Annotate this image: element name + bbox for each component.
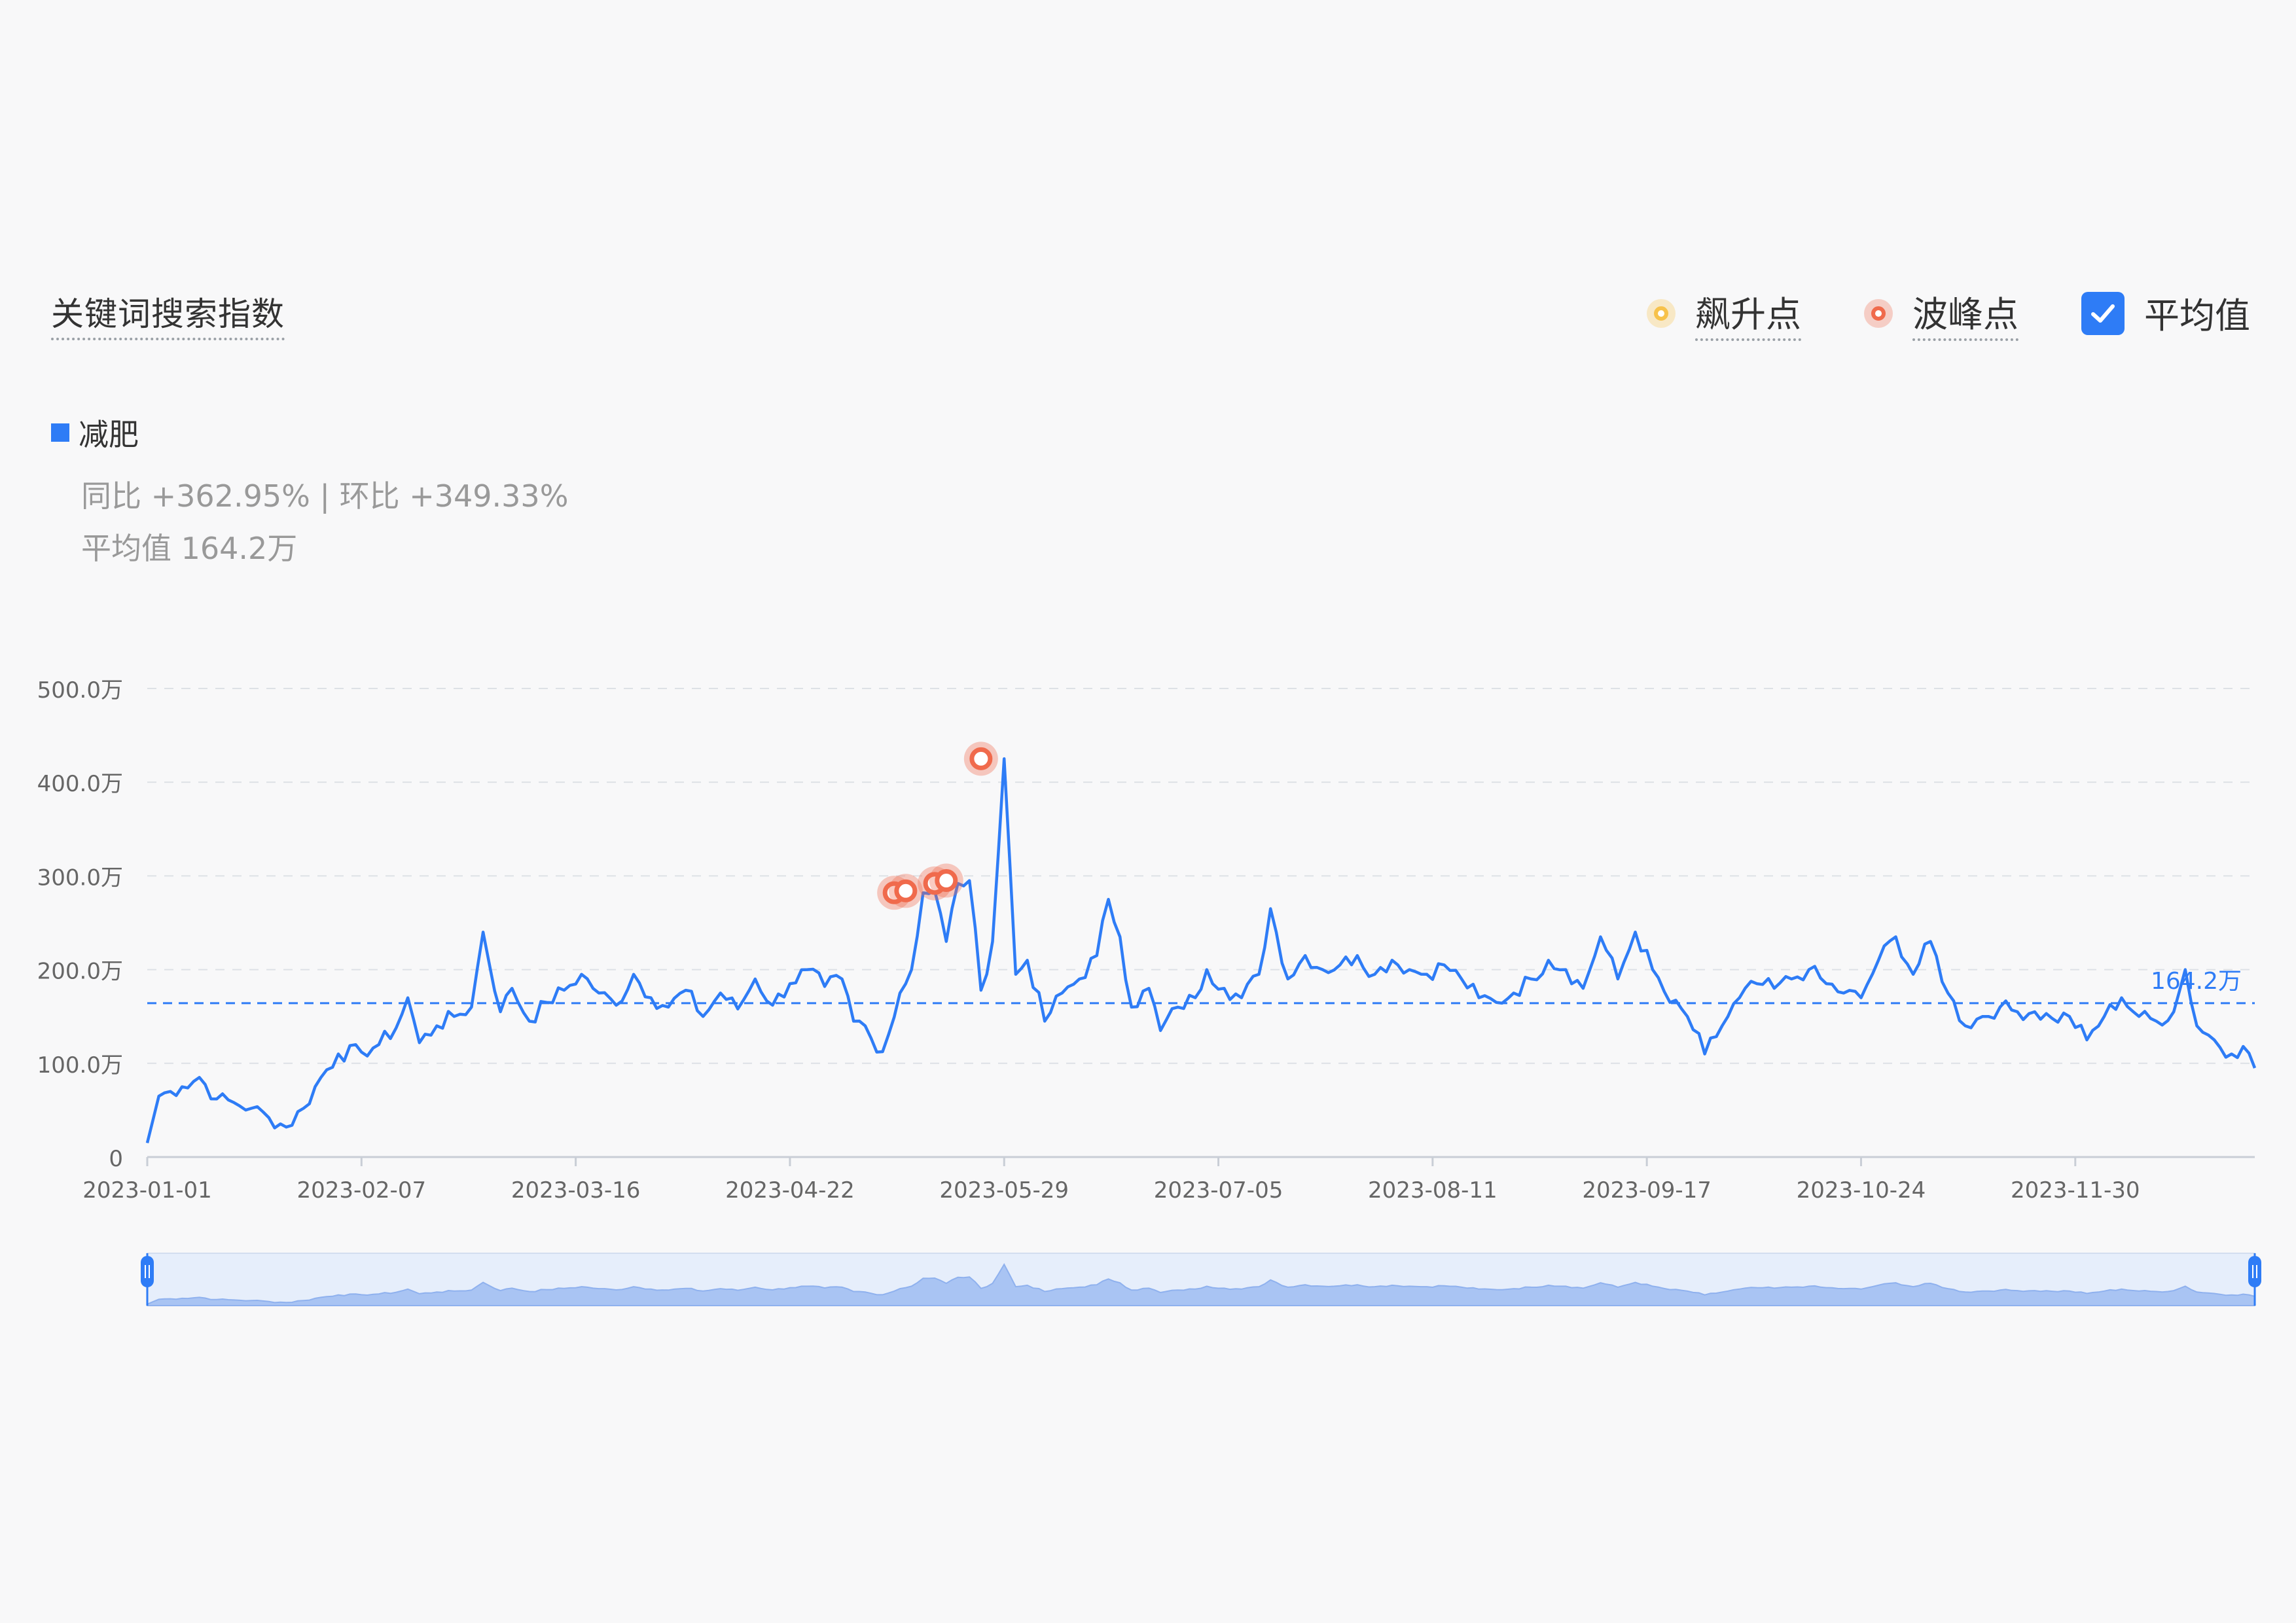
peak-point — [935, 869, 958, 893]
peak-point — [894, 879, 918, 902]
series-line-减肥 — [145, 757, 2257, 1144]
y-tick-label: 300.0万 — [37, 865, 123, 891]
x-tick-label: 2023-09-17 — [1582, 1177, 1712, 1204]
x-tick-label: 2023-02-07 — [297, 1177, 427, 1204]
x-tick-label: 2023-08-11 — [1368, 1177, 1498, 1204]
x-tick-label: 2023-07-05 — [1154, 1177, 1283, 1204]
y-tick-label: 500.0万 — [37, 677, 123, 704]
x-tick-label: 2023-05-29 — [939, 1177, 1069, 1204]
x-tick-label: 2023-11-30 — [2011, 1177, 2140, 1204]
x-tick-label: 2023-01-01 — [82, 1177, 212, 1204]
x-tick-label: 2023-04-22 — [725, 1177, 855, 1204]
line-chart: 0 100.0万 200.0万 300.0万 400.0万 500.0万 2023-01-0… — [37, 677, 2261, 1306]
x-tick-label: 2023-10-24 — [1797, 1177, 1926, 1204]
average-line-label: 164.2万 — [2151, 968, 2242, 995]
peak-point — [969, 747, 993, 770]
y-tick-label: 0 — [109, 1146, 123, 1172]
y-tick-label: 100.0万 — [37, 1052, 123, 1079]
x-tick-label: 2023-03-16 — [511, 1177, 641, 1204]
y-tick-label: 200.0万 — [37, 959, 123, 985]
y-tick-label: 400.0万 — [37, 771, 123, 797]
